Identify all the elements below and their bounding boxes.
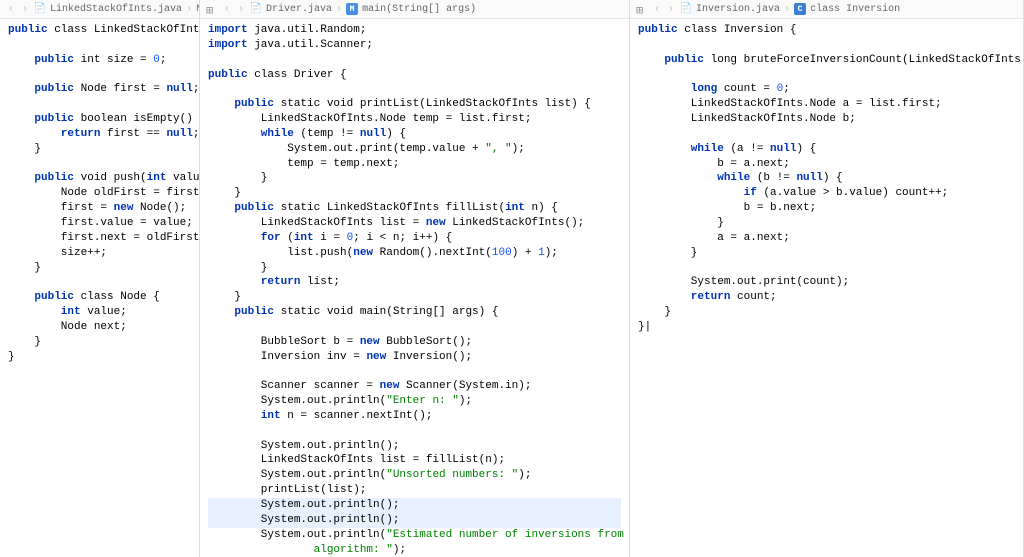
breadcrumb-right: ‹ › 📄 Inversion.java › C class Inversion [630,0,1023,19]
breadcrumb-file[interactable]: Inversion.java [696,4,780,15]
current-line: System.out.println(); [208,498,621,513]
method-badge-icon: M [346,3,358,15]
editor-pane-left: ‹ › 📄 LinkedStackOfInts.java › No Se pub… [0,0,200,557]
breadcrumb-method[interactable]: main(String[] args) [362,4,476,15]
class-badge-icon: C [794,3,806,15]
java-file-icon: 📄 [250,3,262,15]
nav-back-icon[interactable]: ‹ [6,4,16,15]
code-editor-middle[interactable]: import java.util.Random; import java.uti… [200,19,629,557]
cursor-position: }| [638,321,651,333]
breadcrumb-left: ‹ › 📄 LinkedStackOfInts.java › No Se [0,0,199,19]
grid-icon[interactable] [206,3,218,15]
breadcrumb-sep-icon: › [784,4,790,15]
grid-icon[interactable] [636,3,648,15]
nav-back-icon[interactable]: ‹ [222,4,232,15]
breadcrumb-file[interactable]: Driver.java [266,4,332,15]
nav-forward-icon[interactable]: › [666,4,676,15]
breadcrumb-sep-icon: › [336,4,342,15]
java-file-icon: 📄 [34,3,46,15]
code-editor-right[interactable]: public class Inversion { public long bru… [630,19,1023,557]
breadcrumb-extra: No Se [196,4,199,15]
breadcrumb-file[interactable]: LinkedStackOfInts.java [50,4,182,15]
nav-forward-icon[interactable]: › [20,4,30,15]
breadcrumb-class[interactable]: class Inversion [810,4,900,15]
editor-pane-right: ‹ › 📄 Inversion.java › C class Inversion… [630,0,1024,557]
java-file-icon: 📄 [680,3,692,15]
nav-forward-icon[interactable]: › [236,4,246,15]
current-line: System.out.println(); [208,513,621,528]
editor-pane-middle: ‹ › 📄 Driver.java › M main(String[] args… [200,0,630,557]
breadcrumb-middle: ‹ › 📄 Driver.java › M main(String[] args… [200,0,629,19]
breadcrumb-sep-icon: › [186,4,192,15]
code-editor-left[interactable]: public class LinkedStackOfInts { public … [0,19,199,557]
nav-back-icon[interactable]: ‹ [652,4,662,15]
